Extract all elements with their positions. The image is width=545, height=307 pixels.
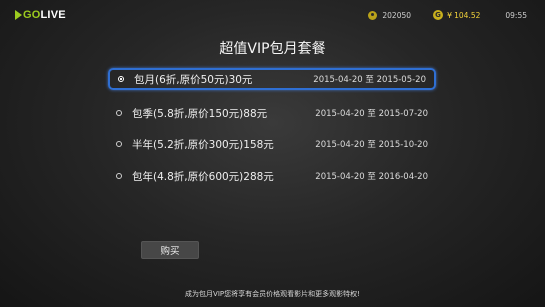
currency-symbol: ¥ [447,10,453,20]
user-icon [368,10,378,20]
radio-icon [116,141,122,147]
buy-button[interactable]: 购买 [141,241,199,259]
plan-name: 包年(4.8折,原价600元)288元 [132,170,274,183]
radio-icon [116,173,122,179]
plan-option-half-year[interactable]: 半年(5.2折,原价300元)158元 2015-04-20 至 2015-10… [108,133,436,155]
plan-dates: 2015-04-20 至 2016-04-20 [315,172,428,182]
page-title: 超值VIP包月套餐 [219,41,326,57]
plan-dates: 2015-04-20 至 2015-10-20 [315,140,428,150]
plan-name: 包季(5.8折,原价150元)88元 [132,107,268,120]
plan-dates: 2015-04-20 至 2015-07-20 [315,109,428,119]
plan-option-yearly[interactable]: 包年(4.8折,原价600元)288元 2015-04-20 至 2016-04… [108,165,436,187]
plan-name: 半年(5.2折,原价300元)158元 [132,138,274,151]
plan-option-quarterly[interactable]: 包季(5.8折,原价150元)88元 2015-04-20 至 2015-07-… [108,102,436,124]
user-id: 202050 [382,10,412,20]
play-logo-icon [15,10,22,20]
plan-option-monthly[interactable]: 包月(6折,原价50元)30元 2015-04-20 至 2015-05-20 [108,68,436,90]
logo-text: GOLIVE [23,9,66,21]
status-bar: 202050 G ¥ 104.52 09:55 [368,9,527,21]
plan-name: 包月(6折,原价50元)30元 [134,73,253,86]
balance-amount: 104.52 [454,10,481,20]
footer-note: 成为包月VIP您将享有会员价格观看影片和更多观影特权! [185,290,360,298]
radio-icon [116,110,122,116]
golive-logo: GOLIVE [15,8,66,22]
coin-icon: G [433,10,444,20]
clock: 09:55 [505,10,527,20]
radio-selected-icon [118,76,124,82]
plan-dates: 2015-04-20 至 2015-05-20 [313,75,426,85]
